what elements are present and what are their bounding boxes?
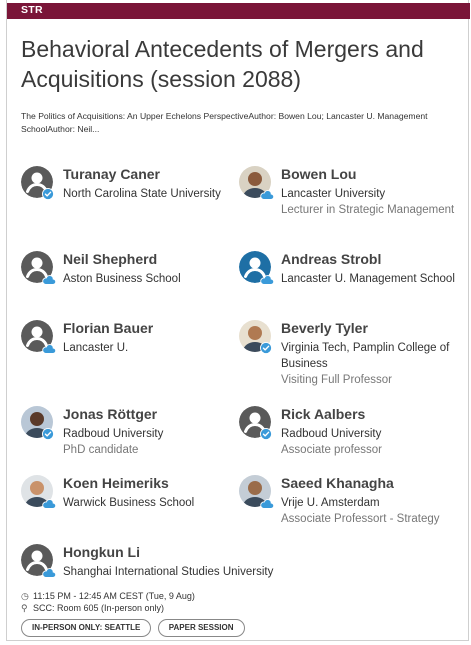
person-affiliation: Lancaster University Lecturer in Strategi… [281,186,461,218]
person-affiliation: Radboud University Associate professor [281,426,461,458]
person-affiliation: Shanghai International Studies Universit… [63,566,274,578]
person-name[interactable]: Koen Heimeriks [63,475,169,491]
session-abstract: The Politics of Acquisitions: An Upper E… [21,111,428,134]
cloud-icon [42,496,57,509]
cloud-icon [42,341,57,354]
cloud-icon [42,272,57,285]
person-name[interactable]: Jonas Röttger [63,406,157,422]
clock-icon: ◷ [21,591,29,601]
person-affiliation: Virginia Tech, Pamplin College of Busine… [281,340,461,388]
track-bar: STR [7,3,470,19]
person-affiliation: Aston Business School [63,273,181,285]
person-affiliation: Warwick Business School [63,497,195,509]
tag-in-person[interactable]: IN-PERSON ONLY: SEATTLE [21,619,152,637]
location-pin-icon: ⚲ [21,603,28,613]
session-card: STR Behavioral Antecedents of Mergers an… [6,0,470,641]
person-name[interactable]: Hongkun Li [63,544,140,560]
track-label: STR [21,4,43,16]
person-name[interactable]: Beverly Tyler [281,320,368,336]
person-role: PhD candidate [63,444,139,456]
cloud-icon [260,272,275,285]
person-name[interactable]: Saeed Khanagha [281,475,394,491]
person-affiliation: Vrije U. Amsterdam Associate Professort -… [281,495,461,527]
session-location: ⚲ SCC: Room 605 (In-person only) [21,603,165,613]
session-time: ◷ 11:15 PM - 12:45 AM CEST (Tue, 9 Aug) [21,591,195,601]
verified-check-icon [260,427,274,440]
person-name[interactable]: Florian Bauer [63,320,153,336]
person-affiliation: Radboud University PhD candidate [63,426,243,458]
session-tags: IN-PERSON ONLY: SEATTLE PAPER SESSION [21,617,247,637]
person-name[interactable]: Andreas Strobl [281,251,381,267]
person-role: Visiting Full Professor [281,374,392,386]
cloud-icon [260,187,275,200]
person-role: Associate professor [281,444,382,456]
cloud-icon [42,565,57,578]
person-affiliation: Lancaster U. [63,342,129,354]
verified-check-icon [42,187,56,200]
person-name[interactable]: Bowen Lou [281,166,356,182]
person-name[interactable]: Turanay Caner [63,166,160,182]
person-name[interactable]: Neil Shepherd [63,251,157,267]
verified-check-icon [260,341,274,354]
session-title[interactable]: Behavioral Antecedents of Mergers and Ac… [21,34,461,94]
person-name[interactable]: Rick Aalbers [281,406,365,422]
verified-check-icon [42,427,56,440]
cloud-icon [260,496,275,509]
person-role: Associate Professort - Strategy [281,513,440,525]
tag-paper-session[interactable]: PAPER SESSION [157,619,245,637]
person-affiliation: North Carolina State University [63,188,221,200]
person-role: Lecturer in Strategic Management [281,204,455,216]
person-affiliation: Lancaster U. Management School [281,273,455,285]
